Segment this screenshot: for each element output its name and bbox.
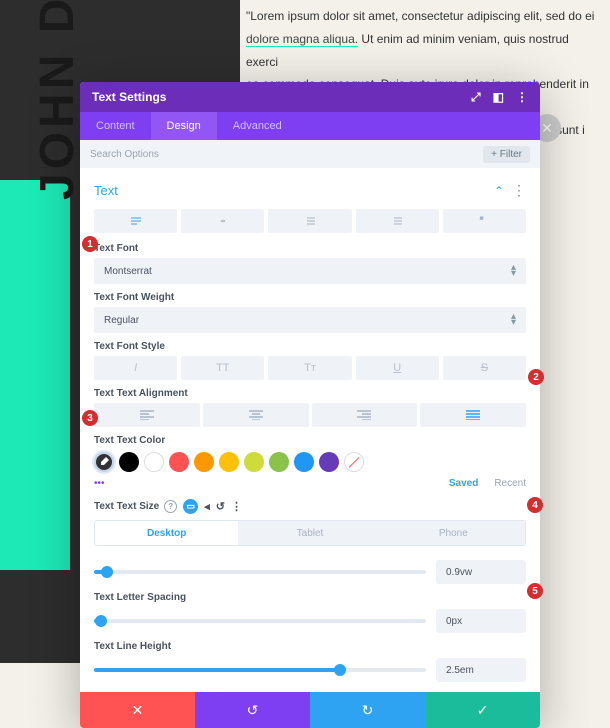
modal-title: Text Settings (92, 90, 166, 104)
size-label: Text Text Size (94, 501, 159, 512)
search-options[interactable]: Search Options + Filter (80, 140, 540, 168)
weight-select[interactable]: Regular ▴▾ (94, 307, 526, 333)
responsive-icon[interactable]: ▭ (183, 499, 198, 514)
marker-1: 1 (82, 236, 98, 252)
color-label: Text Text Color (94, 435, 526, 446)
marker-5: 5 (527, 583, 543, 599)
text-type-row: ” (94, 209, 526, 233)
align-justify[interactable] (420, 403, 526, 427)
cancel-button[interactable]: ✕ (80, 692, 195, 728)
style-strike[interactable]: S (443, 356, 526, 380)
line-height-label: Text Line Height (94, 641, 526, 652)
help-icon[interactable]: ? (164, 500, 177, 513)
marker-4: 4 (527, 497, 543, 513)
layout-icon[interactable]: ◧ (493, 90, 504, 105)
text-settings-modal: Text Settings ⤢ ◧ ⋮ Content Design Advan… (80, 82, 540, 728)
tab-content[interactable]: Content (80, 112, 151, 140)
text-type-ul[interactable] (268, 209, 351, 233)
style-label: Text Font Style (94, 341, 526, 352)
search-placeholder: Search Options (90, 149, 159, 160)
style-italic[interactable]: I (94, 356, 177, 380)
swatch-green[interactable] (269, 452, 289, 472)
person-name: JOHN DOE (30, 0, 85, 200)
font-label: Text Font (94, 243, 526, 254)
select-arrows-icon: ▴▾ (511, 314, 516, 326)
swatch-white[interactable] (144, 452, 164, 472)
color-more-icon[interactable]: ••• (94, 478, 105, 489)
chevron-up-icon[interactable]: ⌃ (494, 184, 504, 198)
svg-text:”: ” (480, 216, 483, 227)
swatch-purple[interactable] (319, 452, 339, 472)
filter-button[interactable]: + Filter (483, 146, 530, 163)
menu-dots-icon[interactable]: ⋮ (516, 90, 528, 105)
redo-button[interactable]: ↻ (310, 692, 425, 728)
align-left[interactable] (94, 403, 200, 427)
style-capitalize[interactable]: Tт (268, 356, 351, 380)
size-value[interactable]: 0.9vw (436, 560, 526, 584)
font-select[interactable]: Montserrat ▴▾ (94, 258, 526, 284)
hover-icon[interactable]: ◂ (204, 500, 210, 513)
style-underline[interactable]: U (356, 356, 439, 380)
marker-3: 3 (82, 410, 98, 426)
color-tab-saved[interactable]: Saved (449, 478, 478, 489)
expand-icon[interactable]: ⤢ (471, 90, 481, 105)
modal-header[interactable]: Text Settings ⤢ ◧ ⋮ (80, 82, 540, 112)
swatch-blue[interactable] (294, 452, 314, 472)
size-slider[interactable] (94, 570, 426, 574)
weight-label: Text Font Weight (94, 292, 526, 303)
device-phone[interactable]: Phone (382, 521, 525, 545)
line-height-value[interactable]: 2.5em (436, 658, 526, 682)
section-text[interactable]: Text ⌃⋮ (94, 176, 526, 205)
device-tablet[interactable]: Tablet (238, 521, 381, 545)
text-type-ol[interactable] (356, 209, 439, 233)
swatch-red[interactable] (169, 452, 189, 472)
align-right[interactable] (312, 403, 418, 427)
swatch-black[interactable] (119, 452, 139, 472)
text-type-quote[interactable]: ” (443, 209, 526, 233)
text-type-paragraph[interactable] (94, 209, 177, 233)
swatch-lime[interactable] (244, 452, 264, 472)
style-uppercase[interactable]: TT (181, 356, 264, 380)
spacing-slider[interactable] (94, 619, 426, 623)
swatch-none[interactable] (344, 452, 364, 472)
select-arrows-icon: ▴▾ (511, 265, 516, 277)
modal-tabs: Content Design Advanced (80, 112, 540, 140)
line-height-slider[interactable] (94, 668, 426, 672)
spacing-label: Text Letter Spacing (94, 592, 526, 603)
swatch-orange[interactable] (194, 452, 214, 472)
menu-icon[interactable]: ⋮ (231, 500, 242, 513)
text-type-link[interactable] (181, 209, 264, 233)
align-center[interactable] (203, 403, 309, 427)
tab-advanced[interactable]: Advanced (217, 112, 298, 140)
color-tab-recent[interactable]: Recent (494, 478, 526, 489)
tab-design[interactable]: Design (151, 112, 217, 140)
color-picker-icon[interactable] (94, 452, 114, 472)
align-label: Text Text Alignment (94, 388, 526, 399)
color-swatches (94, 452, 526, 472)
reset-icon[interactable]: ↺ (216, 500, 225, 513)
device-desktop[interactable]: Desktop (95, 521, 238, 545)
save-button[interactable]: ✓ (425, 692, 540, 728)
swatch-amber[interactable] (219, 452, 239, 472)
spacing-value[interactable]: 0px (436, 609, 526, 633)
marker-2: 2 (528, 369, 544, 385)
undo-button[interactable]: ↺ (195, 692, 310, 728)
section-menu-icon[interactable]: ⋮ (512, 182, 526, 199)
